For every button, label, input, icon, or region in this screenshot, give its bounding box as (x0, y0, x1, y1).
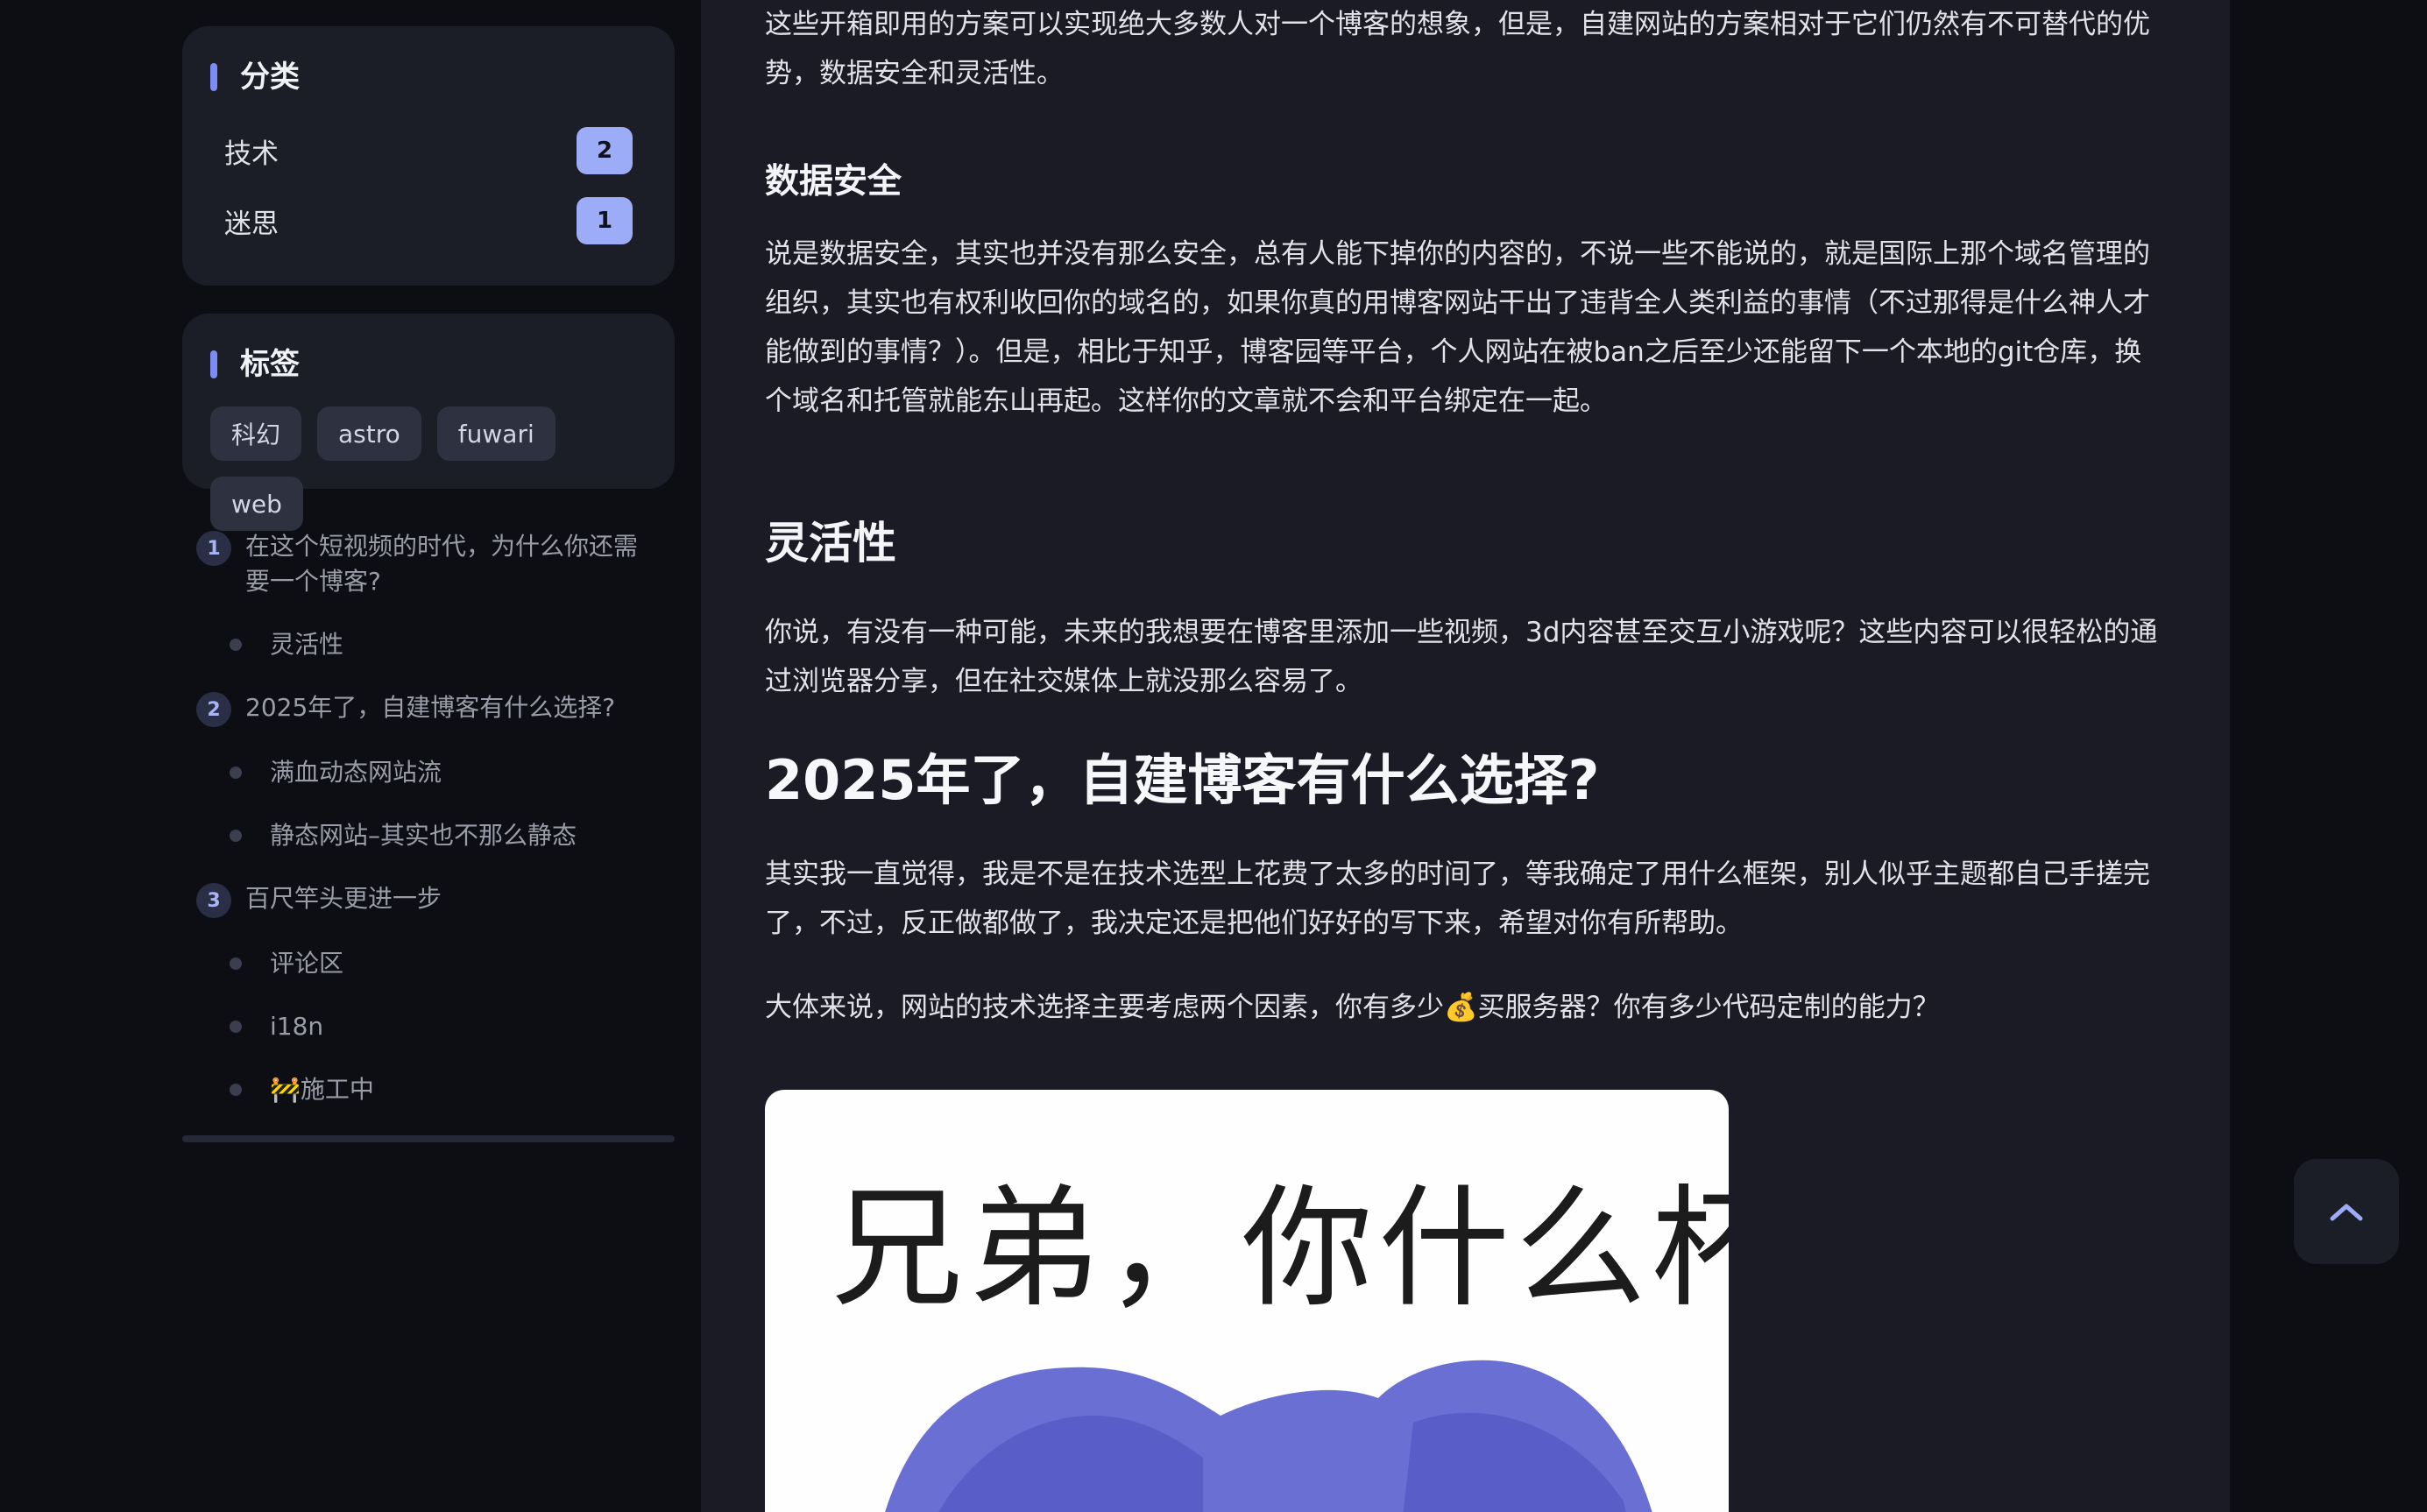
toc-subitem[interactable]: i18n (196, 1009, 661, 1044)
toc-subitem[interactable]: 满血动态网站流 (196, 755, 661, 790)
category-list: 技术 2 迷思 1 (210, 116, 647, 256)
tags-title: 标签 (210, 343, 647, 385)
toc-subitem[interactable]: 🚧施工中 (196, 1072, 661, 1107)
toc-sublabel: 🚧施工中 (270, 1075, 374, 1104)
paragraph-choice-1: 其实我一直觉得，我是不是在技术选型上花费了太多的时间了，等我确定了用什么框架，别… (765, 858, 2150, 939)
tag-astro[interactable]: astro (317, 406, 421, 461)
page: 分类 技术 2 迷思 1 标签 科幻 astro fuwari web 1 在这… (0, 0, 2427, 1512)
toc-number-badge: 3 (196, 883, 231, 918)
bullet-icon (230, 1084, 242, 1096)
toc-subitem[interactable]: 静态网站–其实也不那么静态 (196, 818, 661, 853)
heading-flexibility: 灵活性 (765, 518, 896, 569)
bullet-icon (230, 830, 242, 842)
bullet-icon (230, 767, 242, 779)
category-count-badge: 1 (577, 197, 633, 244)
meme-image: 兄弟，你什么杯 (765, 1090, 1729, 1512)
tags-card: 标签 科幻 astro fuwari web (182, 314, 675, 531)
toc-sublabel: 静态网站–其实也不那么静态 (270, 821, 577, 850)
back-to-top-button[interactable] (2294, 1159, 2399, 1264)
toc-label: 百尺竿头更进一步 (245, 884, 442, 913)
toc-item-3[interactable]: 3 百尺竿头更进一步 (196, 881, 661, 918)
frog-illustration (885, 1360, 1652, 1512)
bullet-icon (230, 1021, 242, 1033)
heading-2025-choices: 2025年了，自建博客有什么选择? (765, 748, 1600, 812)
category-count-badge: 2 (577, 127, 633, 174)
paragraph-choice-2: 大体来说，网站的技术选择主要考虑两个因素，你有多少💰买服务器？你有多少代码定制的… (765, 992, 1940, 1023)
toc-sublabel: i18n (270, 1012, 324, 1041)
toc-label: 2025年了，自建博客有什么选择? (245, 693, 616, 722)
category-item-tech[interactable]: 技术 2 (210, 116, 647, 186)
tag-fuwari[interactable]: fuwari (436, 406, 555, 461)
tags-title-text: 标签 (240, 347, 300, 382)
sidebar: 分类 技术 2 迷思 1 标签 科幻 astro fuwari web 1 在这… (182, 26, 675, 1142)
paragraph-data-security: 说是数据安全，其实也并没有那么安全，总有人能下掉你的内容的，不说一些不能说的，就… (765, 238, 2150, 417)
chevron-up-icon (2330, 1204, 2363, 1221)
toc-scrollbar[interactable] (182, 1135, 675, 1142)
tag-scifi[interactable]: 科幻 (210, 406, 302, 461)
toc-number-badge: 2 (196, 692, 231, 727)
table-of-contents: 1 在这个短视频的时代，为什么你还需要一个博客? 灵活性 2 2025年了，自建… (182, 517, 675, 1142)
category-label: 技术 (224, 138, 279, 170)
paragraph-flexibility: 你说，有没有一种可能，未来的我想要在博客里添加一些视频，3d内容甚至交互小游戏呢… (765, 617, 2158, 697)
category-label: 迷思 (224, 208, 279, 240)
toc-sublabel: 评论区 (270, 949, 344, 978)
title-accent-bar (210, 63, 217, 91)
toc-label: 在这个短视频的时代，为什么你还需要一个博客? (245, 532, 639, 596)
toc-item-2[interactable]: 2 2025年了，自建博客有什么选择? (196, 690, 661, 727)
paragraph-intro: 这些开箱即用的方案可以实现绝大多数人对一个博客的想象，但是，自建网站的方案相对于… (765, 9, 2150, 89)
toc-number-badge: 1 (196, 531, 231, 566)
article-container: 这些开箱即用的方案可以实现绝大多数人对一个博客的想象，但是，自建网站的方案相对于… (701, 0, 2230, 1512)
toc-item-1[interactable]: 1 在这个短视频的时代，为什么你还需要一个博客? (196, 529, 661, 599)
category-item-myth[interactable]: 迷思 1 (210, 186, 647, 256)
toc-sublabel: 满血动态网站流 (270, 758, 442, 787)
categories-title: 分类 (210, 56, 647, 98)
toc-subitem[interactable]: 灵活性 (196, 627, 661, 662)
bullet-icon (230, 957, 242, 970)
heading-data-security: 数据安全 (765, 162, 902, 201)
toc-subitem[interactable]: 评论区 (196, 946, 661, 981)
categories-title-text: 分类 (240, 60, 300, 95)
categories-card: 分类 技术 2 迷思 1 (182, 26, 675, 286)
bullet-icon (230, 639, 242, 651)
toc-sublabel: 灵活性 (270, 630, 344, 659)
title-accent-bar (210, 350, 217, 378)
tag-list: 科幻 astro fuwari web (210, 406, 647, 531)
